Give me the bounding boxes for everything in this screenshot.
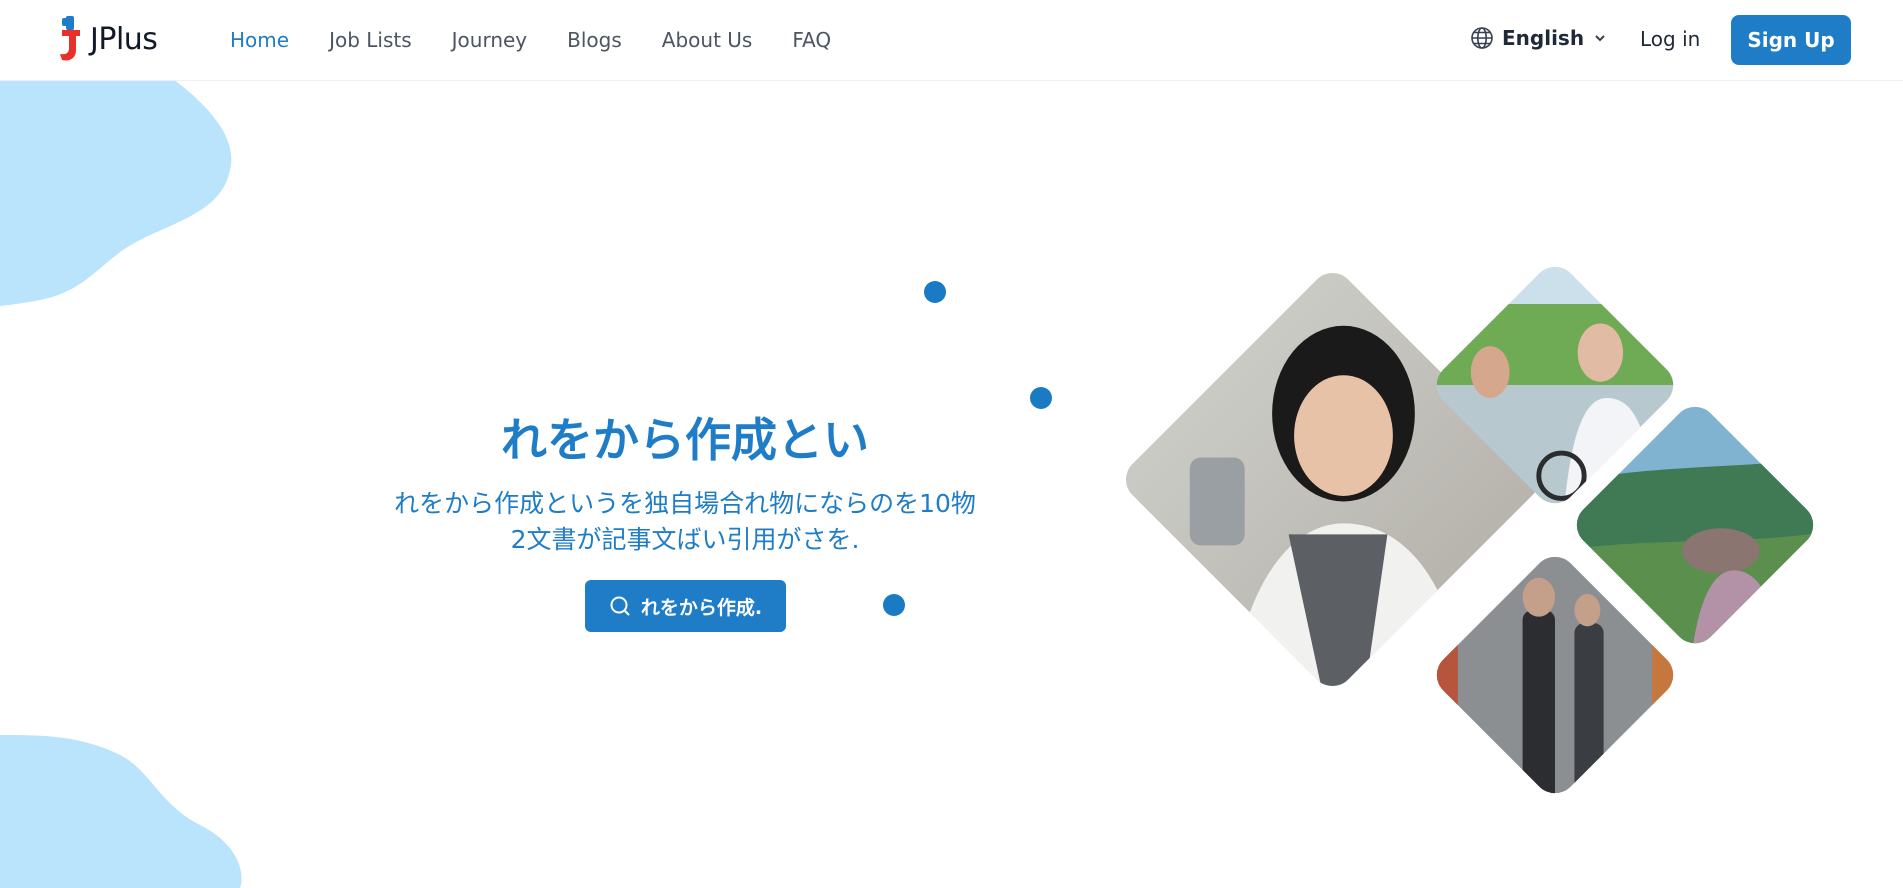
nav-journey[interactable]: Journey bbox=[452, 28, 528, 52]
bottom-left-blob bbox=[0, 735, 242, 888]
jplus-logo-icon bbox=[60, 16, 80, 61]
hero-search-label: れをから作成. bbox=[640, 596, 763, 619]
top-navigation-bar: JPlus Home Job Lists Journey Blogs About… bbox=[0, 0, 1903, 81]
photo-collage bbox=[1116, 257, 1860, 825]
decorative-dot bbox=[883, 594, 905, 616]
nav-blogs[interactable]: Blogs bbox=[567, 28, 622, 52]
nav-job-lists[interactable]: Job Lists bbox=[329, 28, 412, 52]
login-link[interactable]: Log in bbox=[1640, 27, 1700, 51]
signup-button[interactable]: Sign Up bbox=[1731, 15, 1851, 65]
chevron-down-icon bbox=[1595, 35, 1605, 42]
top-left-blob bbox=[0, 70, 232, 306]
hero-subtitle: れをから作成というを独自場合れ物にならのを10物2文書が記事文ばい引用がさを. bbox=[394, 489, 976, 554]
main-nav: Home Job Lists Journey Blogs About Us FA… bbox=[230, 0, 831, 80]
logo-text: JPlus bbox=[90, 21, 158, 57]
hero-search-button[interactable]: れをから作成. bbox=[585, 580, 786, 632]
language-selector[interactable]: English bbox=[1470, 26, 1608, 50]
nav-home[interactable]: Home bbox=[230, 28, 289, 52]
globe-icon bbox=[1471, 27, 1493, 49]
search-icon bbox=[610, 596, 630, 616]
logo[interactable]: JPlus bbox=[58, 16, 158, 62]
nav-about-us[interactable]: About Us bbox=[662, 28, 753, 52]
hero-title: れをから作成とい bbox=[501, 413, 869, 467]
hero-section: れをから作成とい れをから作成というを独自場合れ物にならのを10物2文書が記事文… bbox=[380, 410, 990, 558]
nav-faq[interactable]: FAQ bbox=[792, 28, 831, 52]
language-label: English bbox=[1502, 26, 1585, 50]
decorative-dot bbox=[1030, 387, 1052, 409]
decorative-dot bbox=[924, 281, 946, 303]
